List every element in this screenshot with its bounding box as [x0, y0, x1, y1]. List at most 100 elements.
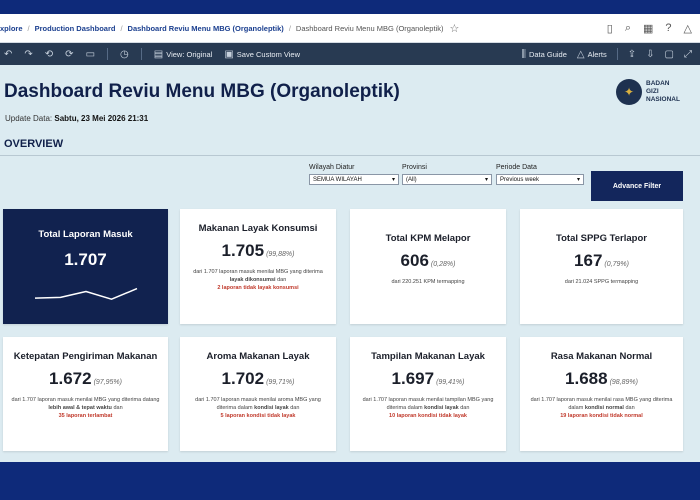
card-value: 1.707	[9, 250, 162, 270]
page-title: Dashboard Reviu Menu MBG (Organoleptik)	[4, 81, 400, 102]
card-percent: (98,89%)	[609, 379, 638, 386]
desc-bold: kondisi normal	[584, 404, 624, 411]
redo-icon[interactable]: ↷	[24, 49, 32, 60]
card-title: Tampilan Makanan Layak	[371, 351, 485, 362]
overview-divider	[0, 155, 700, 156]
provinsi-select[interactable]: (All) ▾	[402, 174, 492, 185]
delete-icon[interactable]: ▯	[607, 22, 613, 35]
card-rasa-makanan: Rasa Makanan Normal 1.688 (98,89%) dari 1…	[520, 337, 683, 451]
logo-line: NASIONAL	[646, 96, 680, 103]
card-percent: (99,71%)	[266, 379, 295, 386]
card-title: Rasa Makanan Normal	[550, 351, 653, 362]
data-guide-button[interactable]: ⫼ Data Guide	[521, 49, 567, 60]
card-total-laporan: Total Laporan Masuk 1.707	[3, 209, 168, 324]
chevron-down-icon: ▾	[484, 177, 488, 183]
card-aroma-makanan: Aroma Makanan Layak 1.702 (99,71%) dari 1…	[180, 337, 336, 451]
card-value-number: 1.697	[391, 369, 435, 388]
view-original-button[interactable]: ▤ View: Original	[154, 49, 213, 60]
toolbar-divider	[107, 48, 109, 60]
update-data: Update Data: Sabtu, 23 Mei 2026 21:31	[5, 114, 148, 123]
card-value: 1.672 (97,95%)	[9, 369, 162, 389]
desc-text: dari 1.707 laporan masuk menilai MBG yan…	[11, 397, 160, 403]
card-title: Makanan Layak Konsumsi	[198, 223, 318, 234]
overview-heading: OVERVIEW	[4, 138, 64, 150]
filter-label: Periode Data	[496, 164, 537, 171]
advance-filter-button[interactable]: Advance Filter	[591, 171, 683, 201]
pause-icon[interactable]: ▭	[86, 49, 95, 60]
sparkline-chart	[34, 287, 137, 300]
desc-text: dan	[113, 404, 123, 411]
star-icon[interactable]: ☆	[449, 22, 459, 35]
card-value-number: 1.707	[64, 250, 107, 269]
card-description: dari 220.251 KPM termapping	[391, 279, 465, 285]
share-icon[interactable]: ⇪	[628, 49, 636, 60]
desc-bold: layak dikonsumsi	[229, 276, 276, 283]
save-custom-view-button[interactable]: ▣ Save Custom View	[224, 49, 300, 60]
card-value-number: 1.672	[49, 369, 92, 388]
view-original-label: View: Original	[166, 49, 213, 59]
card-value: 1.688 (98,89%)	[526, 369, 677, 389]
dashboard-content: Dashboard Reviu Menu MBG (Organoleptik) …	[0, 65, 700, 462]
toolbar-divider	[140, 48, 142, 60]
undo-icon[interactable]: ↶	[4, 49, 12, 60]
card-title: Total SPPG Terlapor	[556, 233, 647, 244]
card-description: dari 1.707 laporan masuk menilai tampila…	[356, 397, 500, 412]
desc-bold: kondisi layak	[254, 404, 289, 411]
wilayah-select[interactable]: SEMUA WILAYAH ▾	[309, 174, 399, 185]
breadcrumb-item-current: Dashboard Reviu Menu MBG (Organoleptik)	[295, 23, 444, 33]
card-percent: (0,79%)	[604, 261, 629, 268]
card-description: dari 1.707 laporan masuk menilai aroma M…	[186, 397, 330, 412]
card-value: 1.697 (99,41%)	[356, 369, 500, 389]
logo-line: GIZI	[646, 88, 659, 95]
breadcrumb-separator: /	[288, 23, 291, 33]
card-percent: (97,95%)	[93, 379, 122, 386]
comment-icon[interactable]: ▢	[665, 49, 674, 60]
search-icon[interactable]: ⌕	[625, 22, 631, 35]
card-value: 606 (0,28%)	[356, 251, 500, 271]
card-value: 167 (0,79%)	[526, 251, 677, 271]
top-icons: ▯ ⌕ ▦ ? △	[607, 22, 700, 35]
card-alert: 10 laporan kondisi tidak layak	[389, 413, 467, 419]
card-percent: (99,88%)	[266, 251, 295, 258]
clock-icon[interactable]: ◷	[120, 49, 129, 60]
download-icon[interactable]: ⇩	[646, 49, 654, 60]
select-value: Previous week	[500, 176, 540, 183]
filter-label: Wilayah Diatur	[309, 164, 355, 171]
card-title: Total KPM Melapor	[385, 233, 471, 244]
desc-text: dan	[290, 404, 300, 411]
card-total-kpm: Total KPM Melapor 606 (0,28%) dari 220.25…	[350, 209, 506, 324]
sparkline-line	[34, 287, 137, 300]
update-value: Sabtu, 23 Mei 2026 21:31	[54, 114, 149, 123]
fullscreen-icon[interactable]: ⤢	[684, 49, 692, 60]
card-alert: 2 laporan tidak layak konsumsi	[217, 285, 299, 291]
logo-line: BADAN	[646, 80, 670, 87]
alerts-button[interactable]: △ Alerts	[577, 49, 607, 60]
chevron-down-icon: ▾	[576, 177, 580, 183]
card-value-number: 1.702	[221, 369, 265, 388]
notification-icon[interactable]: △	[684, 22, 692, 35]
card-value: 1.702 (99,71%)	[186, 369, 330, 389]
select-value: (All)	[406, 176, 417, 183]
breadcrumb-item-workbook[interactable]: Dashboard Reviu Menu MBG (Organoleptik)	[128, 24, 284, 33]
card-tampilan-makanan: Tampilan Makanan Layak 1.697 (99,41%) dar…	[350, 337, 506, 451]
desc-text: dan	[460, 404, 470, 411]
desc-text: dari 1.707 laporan masuk menilai MBG yan…	[193, 269, 323, 275]
toolbar-divider	[616, 48, 618, 60]
card-percent: (0,28%)	[430, 261, 456, 268]
card-value-number: 167	[574, 251, 603, 270]
help-icon[interactable]: ?	[665, 22, 671, 34]
periode-select[interactable]: Previous week ▾	[496, 174, 584, 185]
toolbar: ↶ ↷ ⟲ ⟳ ▭ ◷ ▤ View: Original ▣ Save Cust…	[0, 43, 700, 65]
dashboard-screen: xplore / Production Dashboard / Dashboar…	[0, 14, 700, 462]
revert-icon[interactable]: ⟲	[45, 49, 53, 60]
card-description: dari 1.707 laporan masuk menilai rasa MB…	[526, 397, 677, 412]
card-description: dari 21.024 SPPG termapping	[564, 279, 639, 285]
card-value-number: 1.705	[221, 241, 265, 260]
breadcrumb-item-explore[interactable]: xplore	[0, 24, 23, 33]
breadcrumb-separator: /	[27, 23, 30, 33]
filter-periode: Periode Data Previous week ▾	[496, 164, 584, 185]
update-label: Update Data:	[5, 114, 53, 123]
refresh-icon[interactable]: ⟳	[65, 49, 73, 60]
breadcrumb-item-production-dashboard[interactable]: Production Dashboard	[35, 24, 116, 33]
grid-icon[interactable]: ▦	[643, 22, 653, 35]
